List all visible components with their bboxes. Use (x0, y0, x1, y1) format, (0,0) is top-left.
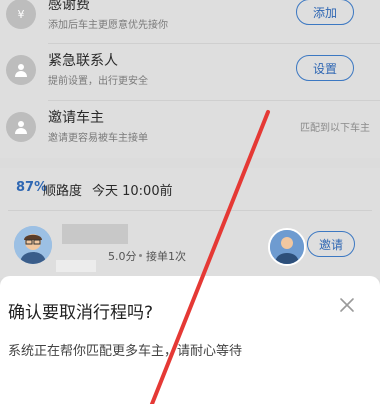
blurred-driver-name (62, 224, 128, 244)
set-emergency-contact-button[interactable]: 设置 (296, 55, 354, 81)
blurred-car-info (56, 260, 96, 272)
route-match-label: 顺路度 (43, 184, 83, 199)
row-title: 感谢费 (48, 0, 90, 13)
row-subtitle: 邀请更容易被车主接单 (48, 133, 148, 144)
person-icon (6, 55, 36, 85)
person-icon (6, 112, 36, 142)
row-subtitle: 添加后车主更愿意优先接你 (48, 20, 168, 31)
options-list: ¥ 感谢费 添加后车主更愿意优先接你 添加 紧急联系人 提前设置，出行更安全 设… (0, 0, 380, 158)
invite-driver-button[interactable]: 邀请 (307, 231, 355, 257)
row-thanks-fee: ¥ 感谢费 添加后车主更愿意优先接你 添加 (0, 0, 380, 40)
driver-order-count: 接单1次 (146, 250, 186, 263)
cancel-trip-dialog: 确认要取消行程吗? 系统正在帮你匹配更多车主，请耐心等待 (0, 276, 380, 404)
dialog-title: 确认要取消行程吗? (8, 303, 154, 323)
page: ¥ 感谢费 添加后车主更愿意优先接你 添加 紧急联系人 提前设置，出行更安全 设… (0, 0, 380, 404)
close-icon[interactable] (338, 296, 356, 314)
svg-text:¥: ¥ (18, 8, 25, 21)
row-title: 紧急联系人 (48, 53, 118, 69)
row-subtitle: 提前设置，出行更安全 (48, 76, 148, 87)
row-emergency-contact: 紧急联系人 提前设置，出行更安全 设置 (0, 44, 380, 96)
driver-rating: 5.0分 (108, 250, 137, 263)
separator-dot (139, 254, 142, 257)
divider (8, 210, 372, 211)
yen-icon: ¥ (6, 0, 36, 29)
row-invite-driver[interactable]: 邀请车主 邀请更容易被车主接单 匹配到以下车主 (0, 101, 380, 153)
driver-match-card: 87% 顺路度 今天 10:00前 5.0分 接单1次 邀请 (0, 168, 380, 278)
matched-drivers-note: 匹配到以下车主 (300, 123, 370, 134)
driver-avatar (268, 228, 306, 266)
dialog-message: 系统正在帮你匹配更多车主，请耐心等待 (8, 344, 243, 359)
departure-time: 今天 10:00前 (92, 184, 173, 199)
row-title: 邀请车主 (48, 110, 104, 126)
add-thanks-fee-button[interactable]: 添加 (296, 0, 354, 25)
avatar (14, 226, 52, 264)
